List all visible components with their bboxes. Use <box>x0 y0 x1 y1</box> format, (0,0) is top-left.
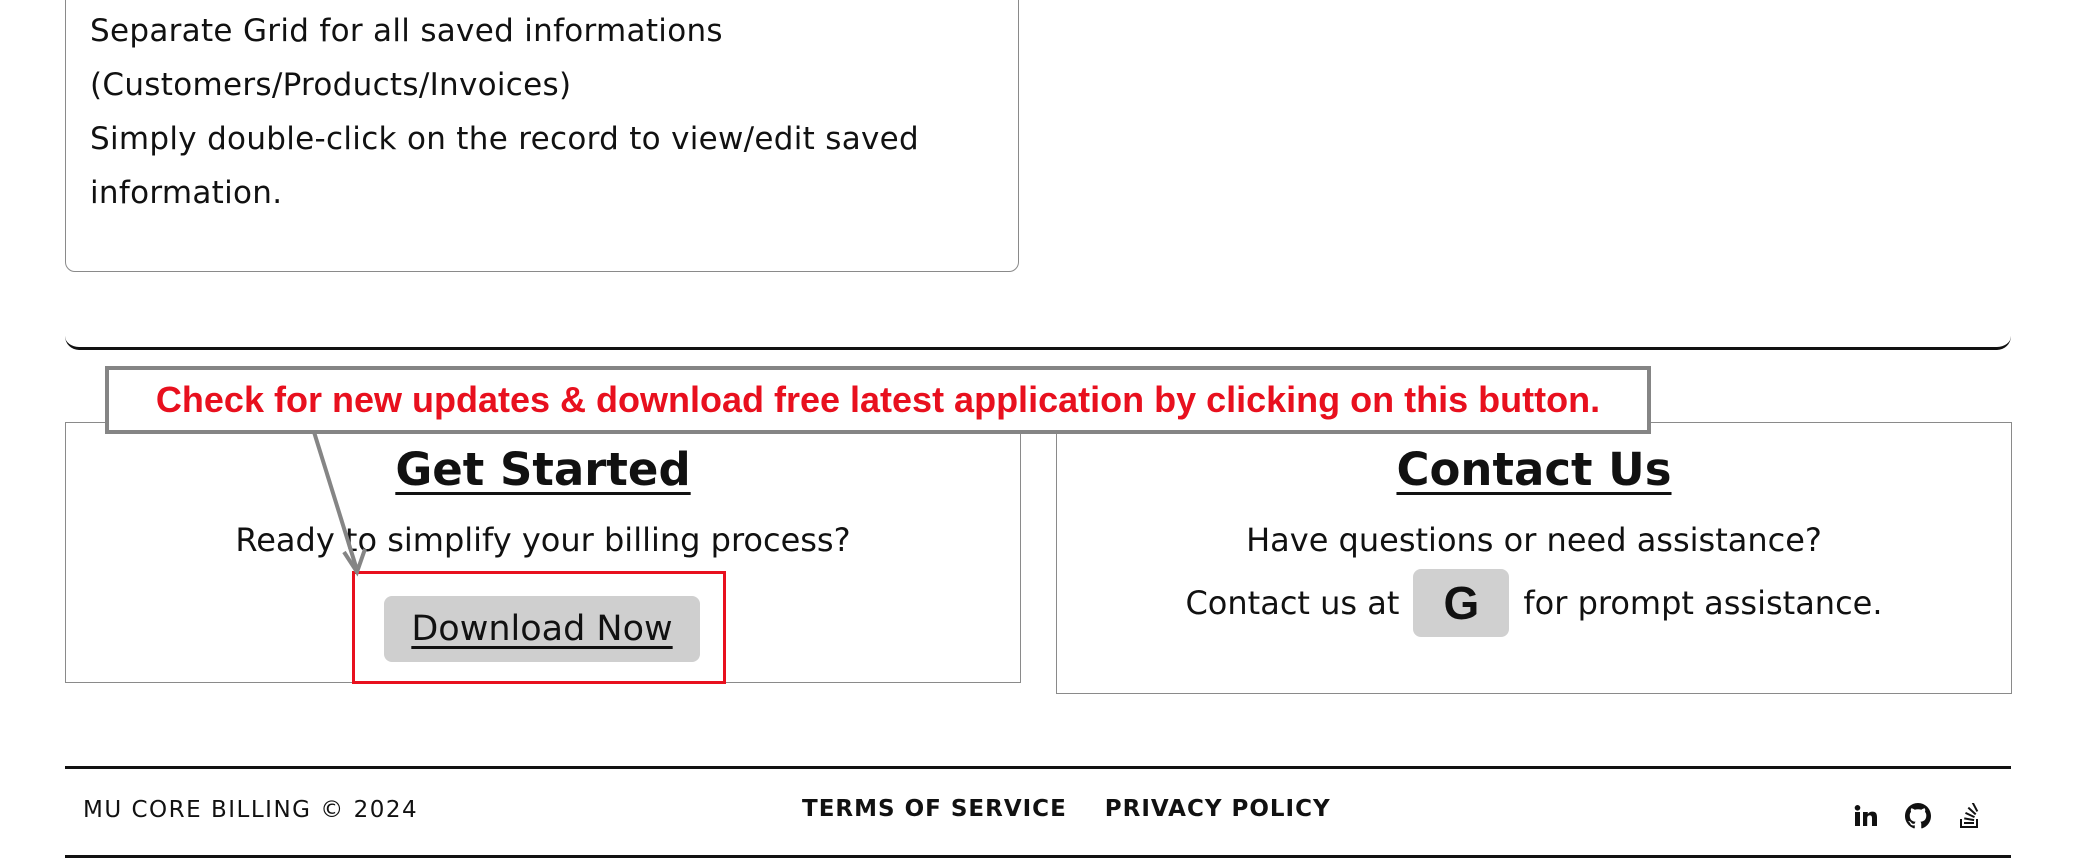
contact-line: Contact us at G for prompt assistance. <box>1057 569 2011 637</box>
feature-line: information. <box>90 175 283 211</box>
contact-suffix: for prompt assistance. <box>1523 584 1883 622</box>
footer-links: TERMS OF SERVICE PRIVACY POLICY <box>802 796 1331 822</box>
terms-of-service-link[interactable]: TERMS OF SERVICE <box>802 796 1067 822</box>
contact-question: Have questions or need assistance? <box>1246 521 1822 559</box>
get-started-heading: Get Started <box>395 443 691 496</box>
contact-card: Contact Us Have questions or need assist… <box>1056 422 2012 694</box>
contact-heading: Contact Us <box>1396 443 1672 496</box>
feature-line: Separate Grid for all saved informations <box>90 13 723 49</box>
feature-description: Separate Grid for all saved informations… <box>90 4 1030 220</box>
feature-line: Simply double-click on the record to vie… <box>90 121 920 157</box>
github-icon[interactable] <box>1904 802 1932 830</box>
social-icons <box>1852 802 1984 830</box>
download-now-button[interactable]: Download Now <box>384 596 700 662</box>
feature-line: (Customers/Products/Invoices) <box>90 67 572 103</box>
privacy-policy-link[interactable]: PRIVACY POLICY <box>1105 796 1331 822</box>
footer-bottom-divider <box>65 855 2011 858</box>
footer-divider <box>65 766 2011 769</box>
linkedin-icon[interactable] <box>1852 802 1880 830</box>
stackoverflow-icon[interactable] <box>1956 802 1984 830</box>
google-contact-button[interactable]: G <box>1413 569 1510 637</box>
section-divider <box>65 330 2011 350</box>
get-started-subtext: Ready to simplify your billing process? <box>235 521 851 559</box>
annotation-text: Check for new updates & download free la… <box>155 379 1601 420</box>
annotation-callout: Check for new updates & download free la… <box>105 366 1651 434</box>
contact-prefix: Contact us at <box>1185 584 1400 622</box>
copyright-text: MU CORE BILLING © 2024 <box>83 797 419 823</box>
